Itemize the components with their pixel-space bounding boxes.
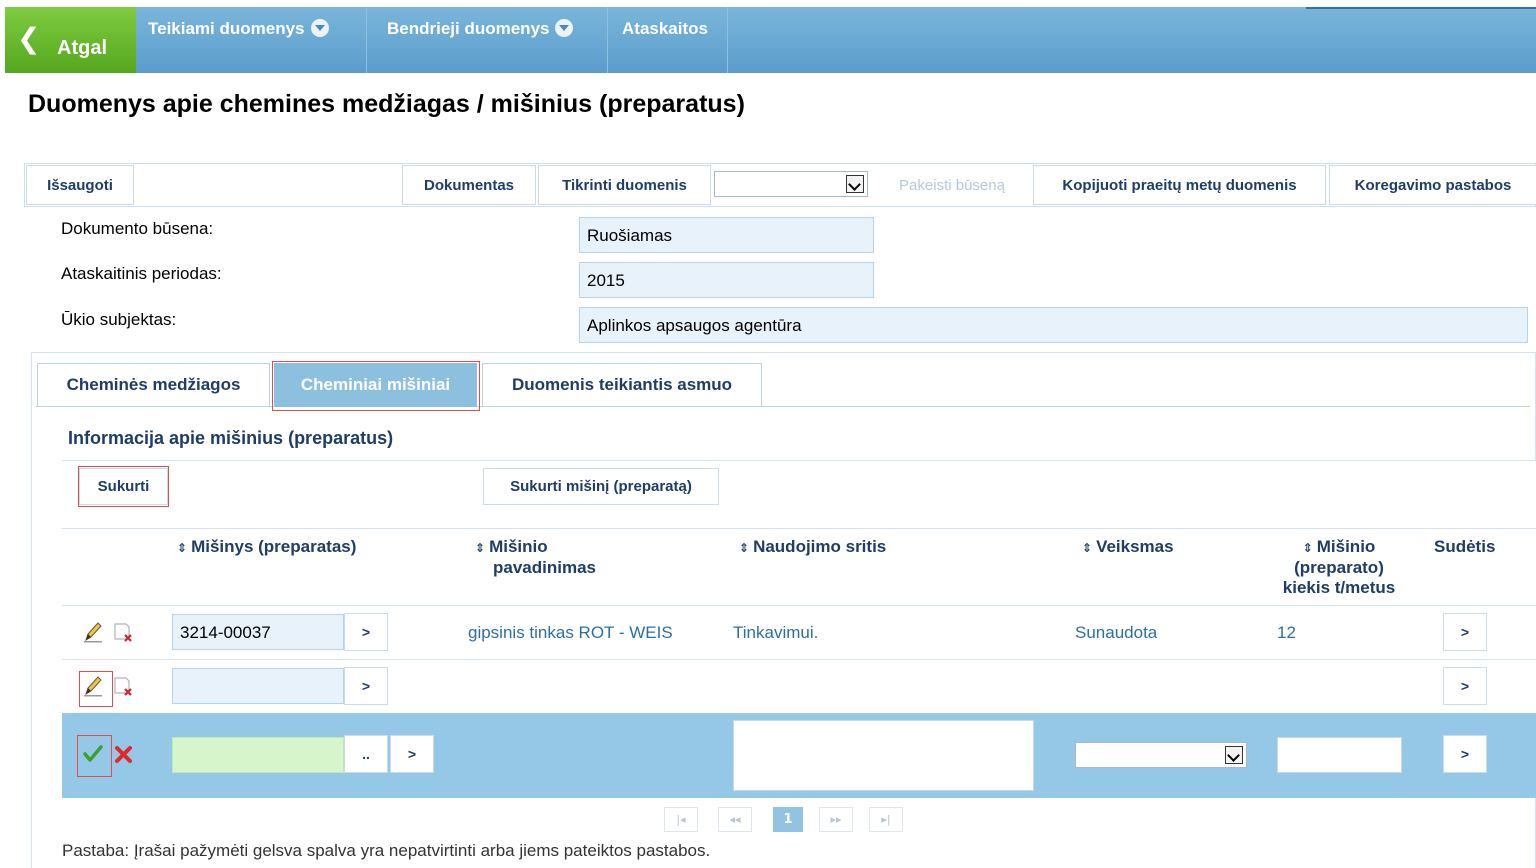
document-button[interactable]: Dokumentas <box>402 165 536 205</box>
action-cell: Sunaudota <box>1075 623 1158 642</box>
sort-icon: ⇕ <box>1302 541 1313 555</box>
page-number-current[interactable]: 1 <box>773 807 803 832</box>
entity-label: Ūkio subjektas: <box>61 310 177 329</box>
delete-icon[interactable] <box>112 620 134 644</box>
use-area-cell: Tinkavimui. <box>733 623 819 642</box>
sort-icon: ⇕ <box>739 541 750 555</box>
nav-item-teikiami-duomenys[interactable]: Teikiami duomenys <box>136 7 366 73</box>
correction-notes-button[interactable]: Koregavimo pastabos <box>1329 165 1536 205</box>
nav-item-ataskaitos[interactable]: Ataskaitos <box>610 7 730 73</box>
last-page-button[interactable]: ▸| <box>869 807 903 832</box>
status-select[interactable] <box>714 171 868 197</box>
nav-item-label: Teikiami duomenys <box>148 19 305 38</box>
tab-chemical-mixtures[interactable]: Cheminiai mišiniai <box>274 363 477 407</box>
grid-header: ⇕ Mišinys (preparatas) ⇕ Mišinio pavadinim… <box>62 528 1536 606</box>
open-composition-button[interactable]: > <box>1443 735 1487 773</box>
mixture-code-input[interactable]: 3214-00037 <box>172 614 344 650</box>
open-composition-button[interactable]: > <box>1443 613 1487 651</box>
quantity-cell: 12 <box>1277 623 1296 642</box>
mixture-code-input[interactable] <box>172 668 344 704</box>
entity-value: Aplinkos apsaugos agentūra <box>579 307 1528 343</box>
nav-item-label: Bendrieji duomenys <box>387 19 550 38</box>
column-header-composition: Sudėtis <box>1434 537 1496 556</box>
status-value: Ruošiamas <box>579 217 874 253</box>
tab-data-provider[interactable]: Duomenis teikiantis asmuo <box>482 363 762 407</box>
lookup-button[interactable]: .. <box>344 735 388 773</box>
next-page-button[interactable]: ▸▸ <box>819 807 853 832</box>
open-mixture-button[interactable]: > <box>344 613 388 651</box>
dropdown-arrow-icon <box>310 19 329 37</box>
open-composition-button[interactable]: > <box>1443 667 1487 705</box>
tab-chemical-substances[interactable]: Cheminės medžiagos <box>37 363 270 407</box>
period-value: 2015 <box>579 262 874 298</box>
edit-pencil-icon[interactable] <box>82 674 104 698</box>
open-mixture-button[interactable]: > <box>390 735 434 773</box>
copy-previous-year-button[interactable]: Kopijuoti praeitų metų duomenis <box>1033 165 1326 205</box>
create-mixture-button[interactable]: Sukurti mišinį (preparatą) <box>483 468 719 505</box>
column-header-mixture[interactable]: ⇕ Mišinys (preparatas) <box>177 537 356 558</box>
chevron-down-icon <box>846 175 864 193</box>
footnote: Pastaba: Įrašai pažymėti gelsva spalva y… <box>62 841 711 860</box>
document-toolbar: Išsaugoti Dokumentas Tikrinti duomenis P… <box>24 163 1536 207</box>
page-title: Duomenys apie chemines medžiagas / mišin… <box>28 90 745 118</box>
chevron-down-icon <box>1225 746 1243 764</box>
prev-page-button[interactable]: ◂◂ <box>718 807 752 832</box>
sort-icon: ⇕ <box>1082 541 1093 555</box>
check-data-button[interactable]: Tikrinti duomenis <box>538 165 711 205</box>
nav-item-bendrieji-duomenys[interactable]: Bendrieji duomenys <box>375 7 607 73</box>
nav-item-label: Ataskaitos <box>622 19 708 38</box>
use-area-textarea[interactable] <box>733 720 1034 791</box>
quantity-input[interactable] <box>1277 737 1402 773</box>
column-header-use-area[interactable]: ⇕ Naudojimo sritis <box>739 537 886 558</box>
column-header-mixture-name[interactable]: ⇕ Mišinio pavadinimas <box>475 537 596 578</box>
delete-icon[interactable] <box>112 674 134 698</box>
change-status-button[interactable]: Pakeisti būseną <box>873 165 1031 205</box>
grid-toolbar: Sukurti Sukurti mišinį (preparatą) <box>62 460 1536 528</box>
top-navigation: ❮ Atgal Teikiami duomenys Bendrieji duom… <box>0 0 1536 74</box>
back-button[interactable]: ❮ Atgal <box>5 7 136 73</box>
mixture-name-cell: gipsinis tinkas ROT - WEIS <box>468 623 673 642</box>
chevron-left-icon: ❮ <box>17 22 41 55</box>
table-row-editing: .. > > <box>62 713 1536 798</box>
column-header-quantity[interactable]: ⇕ Mišinio (preparato) kiekis t/metus <box>1274 537 1404 598</box>
cancel-icon[interactable] <box>113 742 135 766</box>
mixture-code-edit-input[interactable] <box>172 737 344 773</box>
section-title: Informacija apie mišinius (preparatus) <box>68 428 394 448</box>
dropdown-arrow-icon <box>555 19 574 37</box>
table-row: > > <box>62 660 1536 714</box>
check-save-icon[interactable] <box>82 742 104 766</box>
sort-icon: ⇕ <box>475 541 486 555</box>
action-select[interactable] <box>1075 742 1247 768</box>
save-button[interactable]: Išsaugoti <box>26 165 134 205</box>
first-page-button[interactable]: |◂ <box>664 807 698 832</box>
table-row: 3214-00037 > gipsinis tinkas ROT - WEIS … <box>62 606 1536 660</box>
sort-icon: ⇕ <box>177 541 188 555</box>
open-mixture-button[interactable]: > <box>344 667 388 705</box>
create-button[interactable]: Sukurti <box>79 468 168 505</box>
period-label: Ataskaitinis periodas: <box>61 264 222 283</box>
back-button-label: Atgal <box>57 37 107 59</box>
status-label: Dokumento būsena: <box>61 219 214 238</box>
edit-pencil-icon[interactable] <box>82 620 104 644</box>
column-header-action[interactable]: ⇕ Veiksmas <box>1082 537 1174 558</box>
